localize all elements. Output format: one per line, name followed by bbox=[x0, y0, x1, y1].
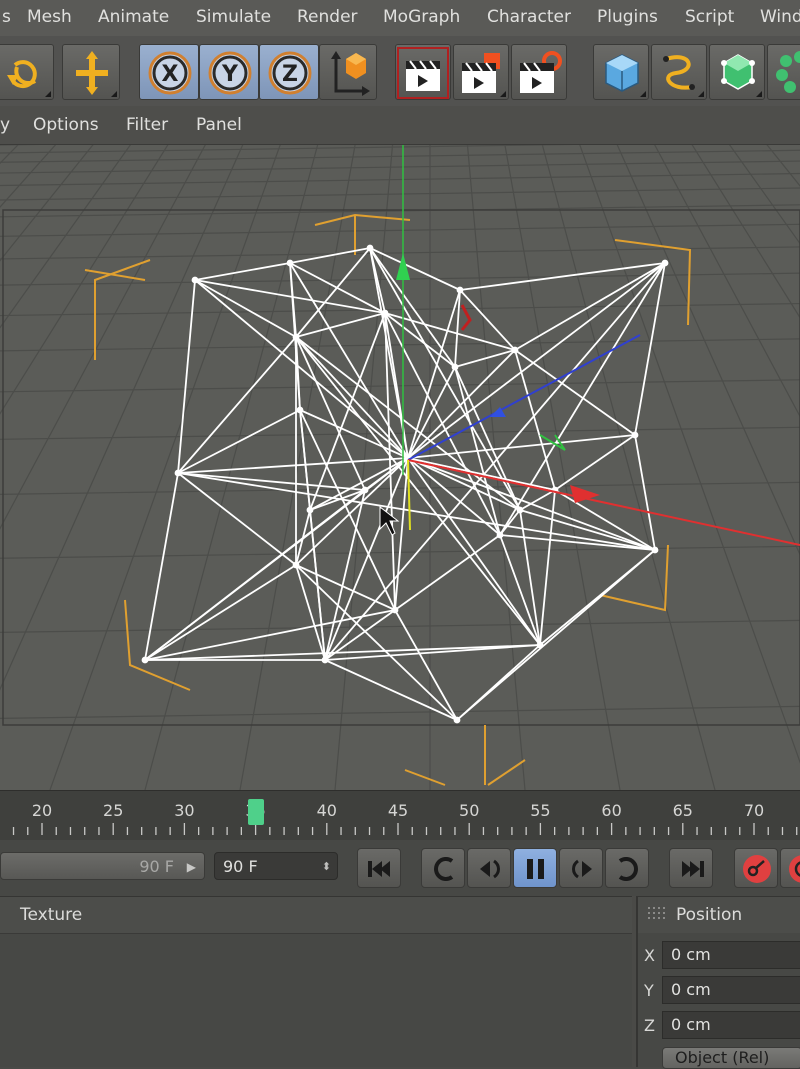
menu-item-character[interactable]: Character bbox=[487, 7, 571, 27]
autokey-icon bbox=[781, 849, 800, 889]
record-key-icon bbox=[735, 849, 779, 889]
world-coordinates-icon bbox=[320, 45, 378, 101]
render-view-button[interactable] bbox=[395, 44, 451, 100]
timeline-tick-label: 20 bbox=[32, 801, 52, 820]
render-settings-button[interactable] bbox=[511, 44, 567, 100]
timeline-playhead[interactable] bbox=[248, 799, 264, 825]
z-label: Z bbox=[644, 1016, 655, 1035]
coordinates-panel: Position X 0 cm Y 0 cm Z 0 cm Object (Re… bbox=[636, 896, 800, 1067]
pause-button[interactable] bbox=[513, 848, 557, 888]
record-keys-button[interactable] bbox=[734, 848, 778, 888]
perspective-viewport[interactable] bbox=[0, 145, 800, 790]
timeline-tick-label: 30 bbox=[174, 801, 194, 820]
position-y-value: 0 cm bbox=[671, 980, 711, 999]
menu-item-mograph[interactable]: MoGraph bbox=[383, 7, 460, 27]
viewport-menu-filter[interactable]: Filter bbox=[126, 115, 168, 135]
menu-item-plugins[interactable]: Plugins bbox=[597, 7, 658, 27]
autokey-button[interactable] bbox=[780, 848, 800, 888]
axis-y-lock-icon: Y bbox=[200, 45, 260, 101]
end-frame-slider-value: 90 F bbox=[139, 857, 174, 876]
timeline-tick-label: 55 bbox=[530, 801, 550, 820]
rotate-tool-button[interactable] bbox=[0, 44, 54, 100]
render-settings-icon bbox=[512, 45, 568, 101]
timeline-tick-label: 45 bbox=[388, 801, 408, 820]
x-axis-lock-button[interactable]: X bbox=[139, 44, 199, 100]
position-z-field[interactable]: 0 cm bbox=[662, 1011, 800, 1039]
timeline-tick-label: 50 bbox=[459, 801, 479, 820]
grip-icon bbox=[646, 905, 666, 925]
axis-z-lock-icon: Z bbox=[260, 45, 320, 101]
command-toolbar: X Y Z bbox=[0, 36, 800, 106]
menu-item-script[interactable]: Script bbox=[685, 7, 734, 27]
y-label: Y bbox=[644, 981, 654, 1000]
end-frame-field-value: 90 F bbox=[223, 857, 258, 876]
menu-item-animate[interactable]: Animate bbox=[98, 7, 169, 27]
end-frame-field[interactable]: 90 F ⬍ bbox=[214, 852, 338, 880]
viewport-menu-display[interactable]: y bbox=[0, 115, 10, 135]
nurbs-button[interactable] bbox=[709, 44, 765, 100]
stepper-arrows-icon[interactable]: ⬍ bbox=[322, 853, 331, 881]
render-picture-viewer-button[interactable] bbox=[453, 44, 509, 100]
main-menubar: s Mesh Animate Simulate Render MoGraph C… bbox=[0, 0, 800, 36]
step-forward-button[interactable] bbox=[559, 848, 603, 888]
render-view-icon bbox=[396, 45, 452, 101]
tab-texture[interactable]: Texture bbox=[20, 905, 82, 925]
viewport-menubar: y Options Filter Panel bbox=[0, 106, 800, 145]
go-to-start-button[interactable] bbox=[357, 848, 401, 888]
slider-arrow-icon: ▶ bbox=[187, 853, 196, 881]
mograph-button[interactable] bbox=[767, 44, 800, 100]
coordinates-header: Position bbox=[638, 897, 800, 933]
go-to-start-icon bbox=[358, 849, 402, 889]
loop-button[interactable] bbox=[605, 848, 649, 888]
step-back-icon bbox=[468, 849, 512, 889]
position-z-value: 0 cm bbox=[671, 1015, 711, 1034]
attributes-panel: Texture bbox=[0, 896, 632, 1067]
go-to-end-icon bbox=[670, 849, 714, 889]
axis-x-label: X bbox=[162, 62, 179, 87]
position-x-value: 0 cm bbox=[671, 945, 711, 964]
y-axis-lock-button[interactable]: Y bbox=[199, 44, 259, 100]
spline-button[interactable] bbox=[651, 44, 707, 100]
axis-x-lock-icon: X bbox=[140, 45, 200, 101]
move-tool-button[interactable] bbox=[62, 44, 120, 100]
position-header: Position bbox=[676, 905, 742, 925]
menu-item-mesh[interactable]: Mesh bbox=[27, 7, 72, 27]
position-x-field[interactable]: 0 cm bbox=[662, 941, 800, 969]
attributes-tab-bar: Texture bbox=[0, 897, 632, 934]
loop-icon bbox=[606, 849, 650, 889]
step-forward-icon bbox=[560, 849, 604, 889]
menu-item-simulate[interactable]: Simulate bbox=[196, 7, 271, 27]
coordinate-mode-value: Object (Rel) bbox=[675, 1048, 769, 1067]
timeline-tick-label: 40 bbox=[317, 801, 337, 820]
z-axis-lock-button[interactable]: Z bbox=[259, 44, 319, 100]
mograph-icon bbox=[768, 45, 800, 101]
axis-z-label: Z bbox=[282, 62, 298, 87]
timeline-tick-label: 70 bbox=[744, 801, 764, 820]
cube-object-button[interactable] bbox=[593, 44, 649, 100]
menu-item-truncated[interactable]: s bbox=[2, 7, 11, 27]
world-coordinates-button[interactable] bbox=[319, 44, 377, 100]
position-y-field[interactable]: 0 cm bbox=[662, 976, 800, 1004]
axis-y-label: Y bbox=[221, 62, 239, 87]
timeline-ticks bbox=[0, 823, 800, 835]
viewport-scene bbox=[0, 145, 800, 790]
end-frame-slider[interactable]: 90 F ▶ bbox=[0, 852, 205, 880]
go-to-end-button[interactable] bbox=[669, 848, 713, 888]
x-label: X bbox=[644, 946, 655, 965]
viewport-menu-panel[interactable]: Panel bbox=[196, 115, 242, 135]
play-backwards-icon bbox=[422, 849, 466, 889]
timeline-tick-label: 25 bbox=[103, 801, 123, 820]
viewport-menu-options[interactable]: Options bbox=[33, 115, 99, 135]
menu-item-window[interactable]: Wind bbox=[760, 7, 800, 27]
menu-item-render[interactable]: Render bbox=[297, 7, 358, 27]
timeline-tick-label: 60 bbox=[601, 801, 621, 820]
timeline-tick-label: 65 bbox=[673, 801, 693, 820]
play-backwards-button[interactable] bbox=[421, 848, 465, 888]
step-back-button[interactable] bbox=[467, 848, 511, 888]
timeline-ruler[interactable]: 2025303540455055606570 bbox=[0, 790, 800, 841]
pause-icon bbox=[514, 849, 558, 889]
animation-transport-bar: 90 F ▶ 90 F ⬍ bbox=[0, 840, 800, 896]
